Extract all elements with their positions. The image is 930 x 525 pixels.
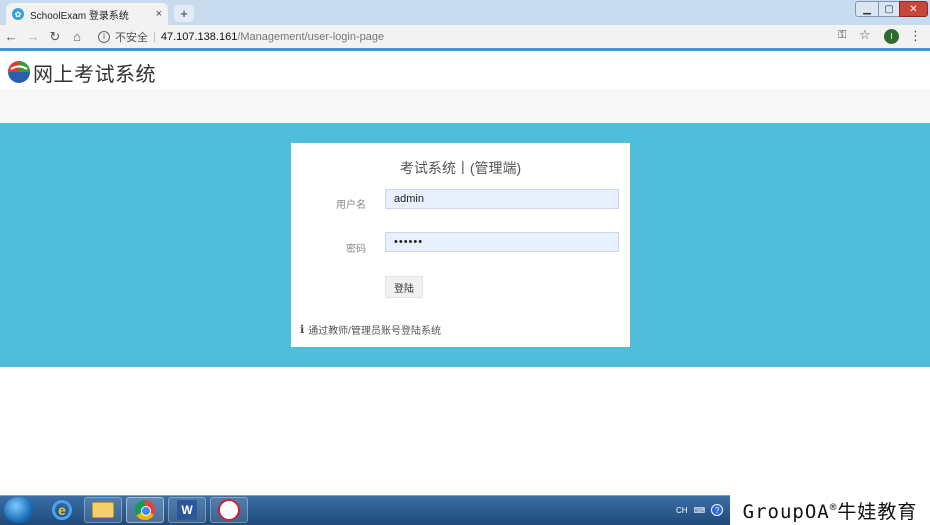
home-icon[interactable]: ⌂ <box>66 29 88 44</box>
login-card: 考试系统丨(管理端) 用户名 密码 登陆 ℹ 通过教师/管理员账号登陆系统 <box>291 143 630 347</box>
input-language-indicator[interactable]: CH <box>676 506 688 515</box>
password-label: 密码 <box>346 244 366 255</box>
browser-tab[interactable]: ✿ SchoolExam 登录系统 × <box>6 3 168 25</box>
watermark: GroupOA®牛娃教育 <box>730 495 930 525</box>
browser-toolbar: ← → ↻ ⌂ i 不安全 | 47.107.138.161 /Manageme… <box>0 25 930 48</box>
reload-icon[interactable]: ↻ <box>44 29 66 45</box>
subheader-strip <box>0 89 930 123</box>
password-input[interactable] <box>385 232 619 252</box>
info-icon: ℹ <box>300 324 305 336</box>
username-input[interactable] <box>385 189 619 209</box>
screen-capture-icon <box>218 499 240 521</box>
taskbar-explorer-button[interactable] <box>84 497 122 523</box>
username-label: 用户名 <box>336 200 366 211</box>
hint-text: 通过教师/管理员账号登陆系统 <box>308 326 441 337</box>
window-close-button[interactable]: ✕ <box>899 1 928 17</box>
chrome-icon <box>135 500 155 520</box>
start-button[interactable] <box>4 497 34 523</box>
url-path: /Management/user-login-page <box>237 30 385 43</box>
tab-close-icon[interactable]: × <box>156 8 162 20</box>
login-button[interactable]: 登陆 <box>385 276 423 298</box>
info-icon[interactable]: i <box>98 30 110 43</box>
profile-avatar[interactable]: I <box>884 29 899 44</box>
forward-arrow-icon[interactable]: → <box>22 29 44 44</box>
taskbar-ie-button[interactable]: e <box>43 497 81 523</box>
word-icon: W <box>177 500 197 520</box>
page-footer-area <box>0 367 930 495</box>
url-separator: | <box>153 30 156 43</box>
watermark-text: GroupOA®牛娃教育 <box>742 500 918 523</box>
internet-explorer-icon: e <box>52 500 72 520</box>
address-bar[interactable]: i 不安全 | 47.107.138.161 /Management/user-… <box>98 27 878 46</box>
back-arrow-icon[interactable]: ← <box>0 29 22 44</box>
security-indicator: 不安全 <box>115 31 148 44</box>
site-favicon-icon: ✿ <box>12 8 24 20</box>
system-tray: CH ⌨ ? <box>676 503 724 517</box>
site-title: 网上考试系统 <box>33 64 156 86</box>
url-host: 47.107.138.161 <box>160 30 238 43</box>
new-tab-button[interactable]: + <box>174 5 194 22</box>
login-hint: ℹ 通过教师/管理员账号登陆系统 <box>300 322 441 337</box>
key-icon[interactable]: ⚿ <box>838 29 846 42</box>
folder-icon <box>92 502 114 518</box>
window-minimize-button[interactable]: ▁ <box>855 1 879 17</box>
taskbar-word-button[interactable]: W <box>168 497 206 523</box>
help-icon[interactable]: ? <box>711 504 724 516</box>
site-logo-icon <box>8 61 30 83</box>
keyboard-icon[interactable]: ⌨ <box>694 506 706 515</box>
taskbar-capture-button[interactable] <box>210 497 248 523</box>
taskbar-chrome-button[interactable] <box>126 497 164 523</box>
bookmark-star-icon[interactable]: ☆ <box>859 27 871 43</box>
login-heading: 考试系统丨(管理端) <box>399 160 522 176</box>
tab-title: SchoolExam 登录系统 <box>30 10 129 22</box>
window-maximize-button[interactable]: ▢ <box>878 1 900 17</box>
browser-menu-icon[interactable]: ⋮ <box>909 28 922 44</box>
